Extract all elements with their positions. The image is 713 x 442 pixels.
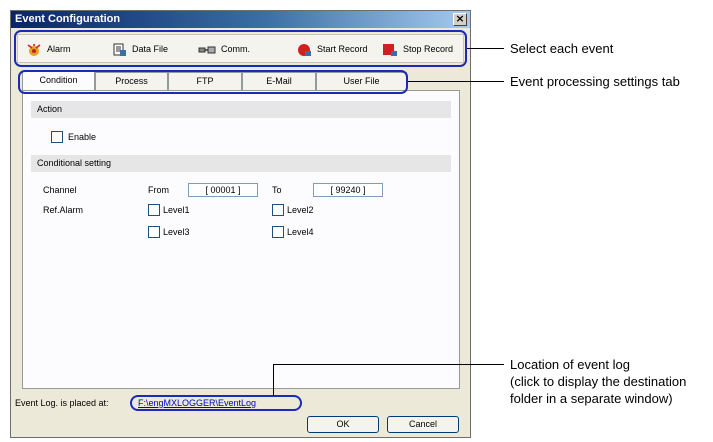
level4-checkbox[interactable] bbox=[272, 226, 284, 238]
level3-checkbox[interactable] bbox=[148, 226, 160, 238]
tab-settings-leader bbox=[408, 81, 504, 82]
event-log-label: Event Log. is placed at: bbox=[15, 398, 109, 408]
event-log-leader-vertical bbox=[273, 364, 274, 396]
from-label: From bbox=[148, 185, 169, 195]
channel-label: Channel bbox=[43, 185, 77, 195]
to-label: To bbox=[272, 185, 282, 195]
level2-label: Level2 bbox=[287, 205, 314, 215]
event-log-highlight bbox=[130, 395, 302, 411]
window-title: Event Configuration bbox=[15, 13, 121, 25]
select-event-callout: Select each event bbox=[510, 41, 614, 56]
level1-checkbox[interactable] bbox=[148, 204, 160, 216]
select-event-leader bbox=[467, 48, 504, 49]
event-toolbar-highlight bbox=[14, 30, 467, 67]
action-section-header: Action bbox=[31, 101, 451, 118]
condition-panel: Action Enable Conditional setting Channe… bbox=[22, 90, 460, 389]
title-bar: Event Configuration × bbox=[11, 11, 470, 28]
ref-alarm-label: Ref.Alarm bbox=[43, 205, 84, 215]
tabs-highlight bbox=[18, 70, 408, 94]
close-icon: × bbox=[455, 12, 465, 25]
enable-label: Enable bbox=[68, 132, 97, 142]
from-channel-field[interactable]: [ 00001 ] bbox=[188, 183, 258, 197]
event-log-leader-horizontal bbox=[273, 364, 504, 365]
enable-checkbox[interactable] bbox=[51, 131, 63, 143]
cancel-button[interactable]: Cancel bbox=[387, 416, 459, 433]
close-button[interactable]: × bbox=[453, 13, 467, 26]
ok-button[interactable]: OK bbox=[307, 416, 379, 433]
level2-checkbox[interactable] bbox=[272, 204, 284, 216]
event-log-callout-line3: folder in a separate window) bbox=[510, 391, 673, 406]
level3-label: Level3 bbox=[163, 227, 190, 237]
to-channel-field[interactable]: [ 99240 ] bbox=[313, 183, 383, 197]
conditional-section-header: Conditional setting bbox=[31, 155, 451, 172]
level1-label: Level1 bbox=[163, 205, 190, 215]
level4-label: Level4 bbox=[287, 227, 314, 237]
event-log-callout-line2: (click to display the destination bbox=[510, 374, 687, 389]
event-log-callout-line1: Location of event log bbox=[510, 357, 630, 372]
tab-settings-callout: Event processing settings tab bbox=[510, 74, 680, 89]
